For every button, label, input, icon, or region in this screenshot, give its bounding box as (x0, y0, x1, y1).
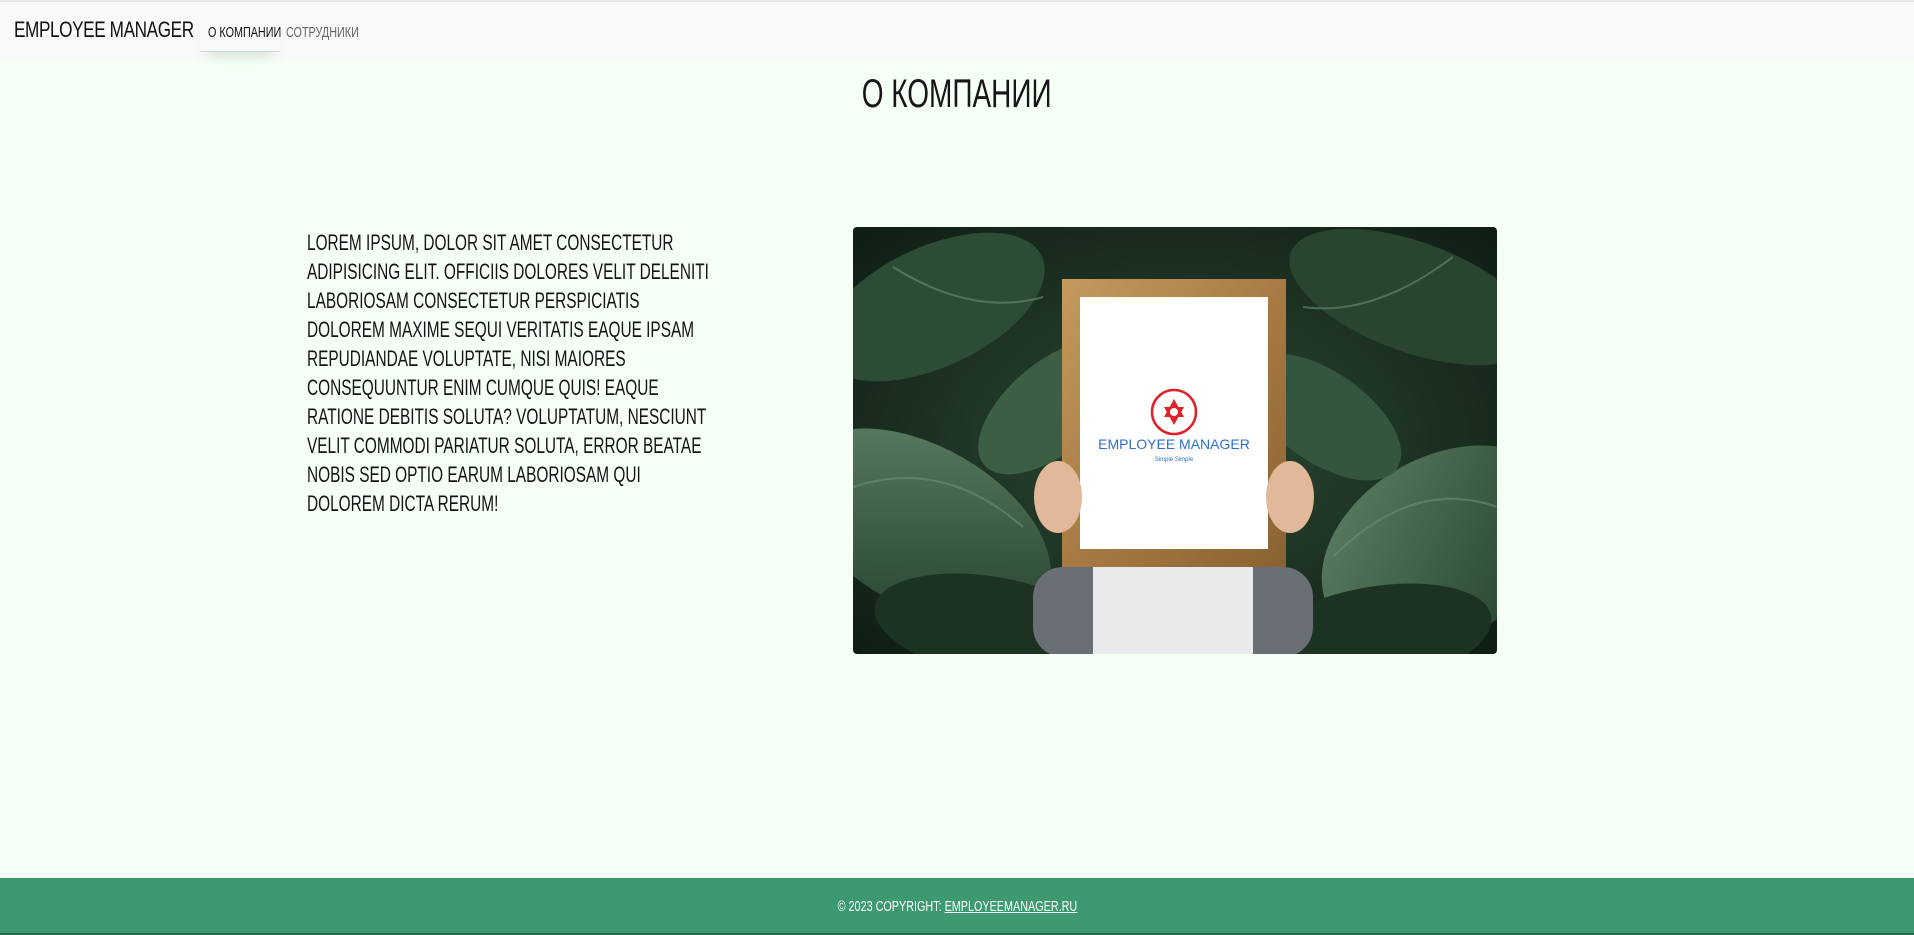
brand-logo[interactable]: EMPLOYEE MANAGER (14, 17, 194, 43)
nav-links: О КОМПАНИИ СОТРУДНИКИ (200, 16, 374, 52)
photo-logo-tagline: Simple Simple (1155, 457, 1194, 463)
page-title: О КОМПАНИИ (0, 72, 1914, 117)
nav-link-employees-label: СОТРУДНИКИ (286, 24, 359, 41)
nav-link-about[interactable]: О КОМПАНИИ (200, 16, 282, 52)
footer-copyright: © 2023 COPYRIGHT: EMPLOYEEMANAGER.RU (837, 878, 1077, 935)
footer: © 2023 COPYRIGHT: EMPLOYEEMANAGER.RU (0, 878, 1914, 935)
page-title-text: О КОМПАНИИ (862, 72, 1052, 116)
nav-link-about-label: О КОМПАНИИ (208, 24, 282, 41)
about-description: LOREM IPSUM, DOLOR SIT AMET CONSECTETUR … (307, 230, 709, 516)
photo-logo-text: EMPLOYEE MANAGER (1098, 436, 1250, 452)
navbar: EMPLOYEE MANAGER О КОМПАНИИ СОТРУДНИКИ (0, 0, 1914, 60)
footer-site-link[interactable]: EMPLOYEEMANAGER.RU (944, 898, 1077, 915)
about-photo-illustration: EMPLOYEE MANAGER Simple Simple (853, 227, 1497, 654)
nav-link-employees[interactable]: СОТРУДНИКИ (278, 16, 374, 52)
about-photo: EMPLOYEE MANAGER Simple Simple (853, 227, 1497, 654)
footer-copyright-text: © 2023 COPYRIGHT: (837, 898, 945, 915)
